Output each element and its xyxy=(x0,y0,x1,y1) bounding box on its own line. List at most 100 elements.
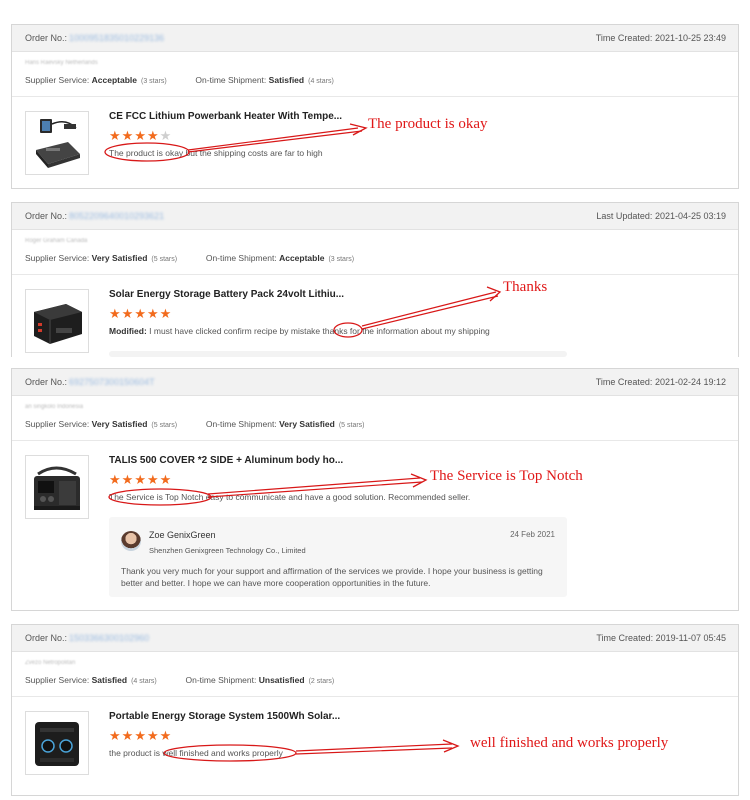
star-rating: ★★★★★ xyxy=(109,473,172,486)
annotation-label: The Service is Top Notch xyxy=(430,468,583,484)
star-icon: ★ xyxy=(146,728,160,743)
order-header: Order No.: 1503366300102960 Time Created:… xyxy=(12,625,738,652)
order-card: Order No.: 1503366300102960 Time Created:… xyxy=(11,624,739,796)
order-card: Order No.: 6927507300150604T Time Created… xyxy=(11,368,739,611)
service-ratings: Supplier Service: Very Satisfied (5 stars… xyxy=(25,419,365,429)
shipment-label: On-time Shipment: xyxy=(205,253,277,263)
star-icon: ★ xyxy=(159,472,173,487)
star-empty-icon: ★ xyxy=(159,128,173,143)
reply-date: 24 Feb 2021 xyxy=(510,530,555,539)
supplier-service-value: Satisfied xyxy=(91,675,128,685)
product-title[interactable]: Solar Energy Storage Battery Pack 24volt… xyxy=(109,289,344,300)
seller-reply: Zoe GenixGreen Shenzhen Genixgreen Techn… xyxy=(109,517,567,597)
product-title[interactable]: Portable Energy Storage System 1500Wh So… xyxy=(109,711,340,722)
order-number-field: Order No.: 1000951835010229136 xyxy=(25,33,164,43)
divider xyxy=(12,274,738,275)
product-thumbnail[interactable] xyxy=(25,111,89,175)
time-value: 2021-04-25 03:19 xyxy=(654,211,726,221)
shipment-value: Satisfied xyxy=(268,75,305,85)
review-text: the product is well finished and works p… xyxy=(109,748,283,758)
shipment-label: On-time Shipment: xyxy=(205,419,277,429)
order-label: Order No.: xyxy=(25,211,68,221)
order-card: Order No.: 8052209640010293621 Last Updat… xyxy=(11,202,739,357)
order-card: Order No.: 1000951835010229136 Time Creat… xyxy=(11,24,739,189)
star-icon: ★ xyxy=(146,128,160,143)
supplier-service-stars: (5 stars) xyxy=(151,422,178,429)
service-ratings: Supplier Service: Satisfied (4 stars) On-… xyxy=(25,675,334,685)
divider xyxy=(12,96,738,97)
order-number[interactable]: 6927507300150604T xyxy=(69,377,155,387)
product-thumbnail[interactable] xyxy=(25,289,89,353)
star-icon: ★ xyxy=(109,728,122,743)
supplier-service-label: Supplier Service: xyxy=(25,419,90,429)
product-title[interactable]: CE FCC Lithium Powerbank Heater With Tem… xyxy=(109,111,342,122)
supplier-service-value: Very Satisfied xyxy=(91,253,148,263)
shipment-stars: (5 stars) xyxy=(338,422,365,429)
supplier-service-label: Supplier Service: xyxy=(25,675,90,685)
time-label: Last Updated: xyxy=(596,211,653,221)
seller-reply-collapsed xyxy=(109,351,567,357)
star-icon: ★ xyxy=(159,306,173,321)
order-label: Order No.: xyxy=(25,633,68,643)
time-label: Time Created: xyxy=(596,633,654,643)
shipment-value: Unsatisfied xyxy=(258,675,305,685)
battery-pack-image xyxy=(34,304,82,344)
avatar xyxy=(121,531,141,551)
shipment-value: Acceptable xyxy=(279,253,325,263)
supplier-service-value: Acceptable xyxy=(91,75,137,85)
supplier-service-stars: (5 stars) xyxy=(151,256,178,263)
order-header: Order No.: 8052209640010293621 Last Updat… xyxy=(12,203,738,230)
annotation-label: well finished and works properly xyxy=(470,735,669,751)
time-created: Time Created: 2019-11-07 05:45 xyxy=(596,633,726,643)
star-rating: ★★★★★ xyxy=(109,307,172,320)
time-label: Time Created: xyxy=(595,377,653,387)
star-icon: ★ xyxy=(109,128,122,143)
order-number-field: Order No.: 6927507300150604T xyxy=(25,377,155,387)
shipment-stars: (2 stars) xyxy=(308,678,335,685)
buyer-name: Hans Raevsky Netherlands xyxy=(25,60,98,66)
divider xyxy=(12,696,738,697)
supplier-service-label: Supplier Service: xyxy=(25,75,90,85)
shipment-label: On-time Shipment: xyxy=(185,675,257,685)
power-station-image xyxy=(34,466,80,510)
review-body: I must have clicked confirm recipe by mi… xyxy=(149,326,490,336)
star-icon: ★ xyxy=(146,472,160,487)
product-title[interactable]: TALIS 500 COVER *2 SIDE + Aluminum body … xyxy=(109,455,343,466)
shipment-value: Very Satisfied xyxy=(279,419,335,429)
star-icon: ★ xyxy=(134,306,147,321)
shipment-stars: (3 stars) xyxy=(328,256,355,263)
energy-storage-image xyxy=(35,722,79,766)
star-icon: ★ xyxy=(146,306,160,321)
star-icon: ★ xyxy=(109,306,122,321)
powerbank-heater-image xyxy=(36,119,80,168)
order-number[interactable]: 8052209640010293621 xyxy=(69,211,164,221)
modified-label: Modified: xyxy=(109,326,147,336)
buyer-name: Zvezo Netropolitan xyxy=(25,660,76,666)
star-rating: ★★★★★ xyxy=(109,729,172,742)
divider xyxy=(12,440,738,441)
supplier-service-stars: (3 stars) xyxy=(141,78,167,85)
time-value: 2021-02-24 19:12 xyxy=(654,377,726,387)
service-ratings: Supplier Service: Very Satisfied (5 stars… xyxy=(25,253,354,263)
supplier-service-stars: (4 stars) xyxy=(131,678,157,685)
product-thumbnail[interactable] xyxy=(25,711,89,775)
star-icon: ★ xyxy=(121,728,135,743)
buyer-name: an singkolo Indonesia xyxy=(25,404,84,410)
time-value: 2019-11-07 05:45 xyxy=(655,633,726,643)
order-header: Order No.: 6927507300150604T Time Created… xyxy=(12,369,738,396)
reply-company: Shenzhen Genixgreen Technology Co., Limi… xyxy=(149,546,306,555)
star-icon: ★ xyxy=(134,472,147,487)
star-icon: ★ xyxy=(159,728,173,743)
review-text: Modified: I must have clicked confirm re… xyxy=(109,326,490,336)
time-updated: Last Updated: 2021-04-25 03:19 xyxy=(596,211,726,221)
star-icon: ★ xyxy=(121,128,135,143)
order-number[interactable]: 1503366300102960 xyxy=(69,633,149,643)
supplier-service-value: Very Satisfied xyxy=(91,419,148,429)
annotation-label: Thanks xyxy=(503,279,548,295)
review-text: The product is okay but the shipping cos… xyxy=(109,148,323,158)
time-label: Time Created: xyxy=(595,33,653,43)
order-number[interactable]: 1000951835010229136 xyxy=(69,33,164,43)
product-thumbnail[interactable] xyxy=(25,455,89,519)
order-header: Order No.: 1000951835010229136 Time Creat… xyxy=(12,25,738,52)
shipment-stars: (4 stars) xyxy=(308,78,334,85)
